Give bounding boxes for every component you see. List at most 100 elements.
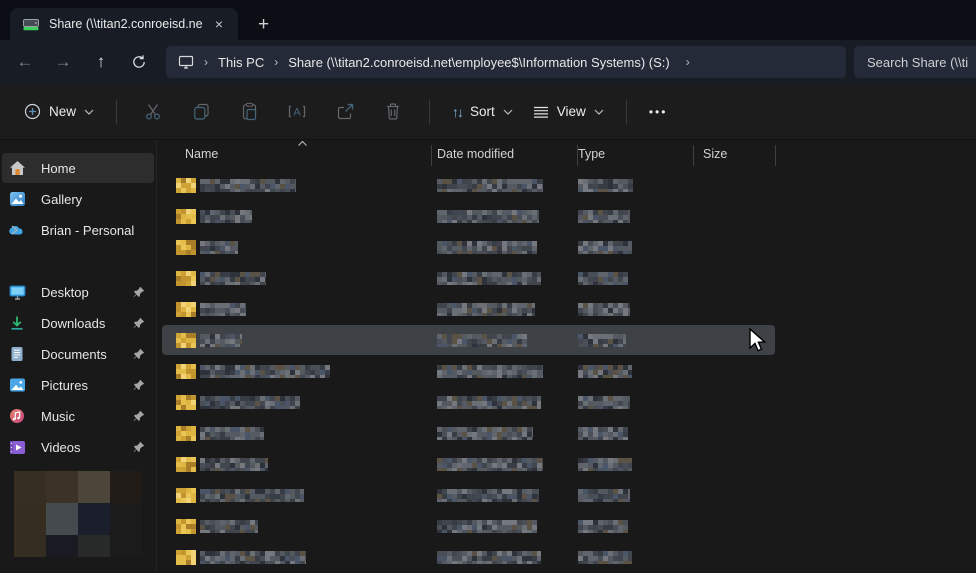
blurred-date-modified [437,551,541,564]
cut-button[interactable] [133,94,173,130]
folder-icon [176,271,196,286]
column-header-size[interactable]: Size [703,147,727,161]
file-row[interactable] [157,294,976,325]
blurred-file-type [578,396,630,409]
pin-icon [133,440,145,458]
folder-icon [176,426,196,441]
sidebar-item-home[interactable]: Home [2,153,154,183]
back-button[interactable]: ← [6,46,44,78]
toolbar-divider [626,100,627,124]
breadcrumb-expand-chevron[interactable]: › [686,55,690,69]
column-divider[interactable] [775,145,776,166]
new-button[interactable]: New [14,95,104,128]
blurred-file-name [200,334,242,347]
sidebar-item-desktop[interactable]: Desktop [2,277,154,307]
blurred-file-type [578,272,628,285]
new-tab-button[interactable]: + [258,14,269,36]
file-row[interactable] [157,480,976,511]
sidebar-item-gallery[interactable]: Gallery [2,184,154,214]
search-placeholder: Search Share (\\ti [867,55,968,70]
blurred-file-name [200,241,238,254]
blurred-date-modified [437,520,537,533]
blurred-file-type [578,303,630,316]
column-header-type[interactable]: Type [578,147,605,161]
sidebar-item-label: Downloads [41,316,105,331]
file-row[interactable] [157,201,976,232]
file-row[interactable] [157,170,976,201]
address-bar[interactable]: › This PC › Share (\\titan2.conroeisd.ne… [166,46,846,78]
content-area: Home Gallery [0,140,976,573]
music-icon [9,408,25,424]
command-toolbar: New [0,84,976,140]
column-header-name[interactable]: Name [185,147,218,161]
sort-button[interactable]: ↑↓ Sort [442,96,523,128]
file-row[interactable] [157,387,976,418]
file-row[interactable] [157,263,976,294]
sidebar-item-videos[interactable]: Videos [2,432,154,462]
pin-icon [133,316,145,334]
sidebar-item-downloads[interactable]: Downloads [2,308,154,338]
folder-icon [176,395,196,410]
this-pc-icon [178,55,194,69]
paste-button[interactable] [229,94,269,130]
sidebar-item-music[interactable]: Music [2,401,154,431]
refresh-button[interactable] [120,46,158,78]
blurred-file-type [578,551,632,564]
sidebar-item-onedrive-personal[interactable]: Brian - Personal [2,215,154,245]
downloads-icon [9,315,25,331]
chevron-down-icon [503,109,513,115]
close-tab-button[interactable]: × [208,13,230,35]
delete-button[interactable] [373,94,413,130]
mouse-cursor [748,328,766,354]
blurred-date-modified [437,210,539,223]
sort-button-label: Sort [470,104,495,119]
chevron-right-icon[interactable] [10,225,19,235]
blurred-date-modified [437,427,533,440]
breadcrumb-root[interactable]: This PC [218,55,264,70]
breadcrumb-path[interactable]: Share (\\titan2.conroeisd.net\employee$\… [288,55,670,70]
rename-button[interactable]: A [277,94,317,130]
sort-arrows-icon: ↑↓ [452,104,462,120]
home-icon [9,160,26,176]
share-button[interactable] [325,94,365,130]
sidebar-item-label: Documents [41,347,107,362]
more-options-button[interactable]: ••• [639,97,678,127]
file-row[interactable] [157,449,976,480]
sidebar-item-label: Videos [41,440,81,455]
blurred-file-name [200,396,300,409]
chevron-down-icon [84,109,94,115]
file-row[interactable] [157,542,976,573]
list-view-icon [533,106,549,118]
sidebar-item-label: Brian - Personal [41,223,134,238]
sidebar-item-pictures[interactable]: Pictures [2,370,154,400]
trash-icon [384,102,402,121]
blurred-file-type [578,241,632,254]
tab-title: Share (\\titan2.conroeisd.net\e [49,17,202,31]
search-input[interactable]: Search Share (\\ti [854,46,976,78]
blurred-file-name [200,272,266,285]
pictures-icon [9,377,26,393]
folder-icon [176,209,196,224]
file-row[interactable] [157,232,976,263]
explorer-tab[interactable]: Share (\\titan2.conroeisd.net\e × [10,8,238,40]
column-header-date-modified[interactable]: Date modified [437,147,514,161]
file-row[interactable] [157,418,976,449]
column-divider[interactable] [577,145,578,166]
up-button[interactable]: ↑ [82,46,120,78]
file-row[interactable] [157,325,976,356]
forward-button[interactable]: → [44,46,82,78]
folder-icon [176,333,196,348]
folder-icon [176,488,196,503]
file-row[interactable] [157,356,976,387]
view-button[interactable]: View [523,96,614,127]
blurred-date-modified [437,489,539,502]
column-divider[interactable] [693,145,694,166]
sidebar-item-documents[interactable]: Documents [2,339,154,369]
breadcrumb-separator: › [274,55,278,69]
copy-button[interactable] [181,94,221,130]
file-row[interactable] [157,511,976,542]
sidebar-item-label: Pictures [41,378,88,393]
column-divider[interactable] [431,145,432,166]
sidebar-item-label: Music [41,409,75,424]
paste-icon [240,102,259,121]
